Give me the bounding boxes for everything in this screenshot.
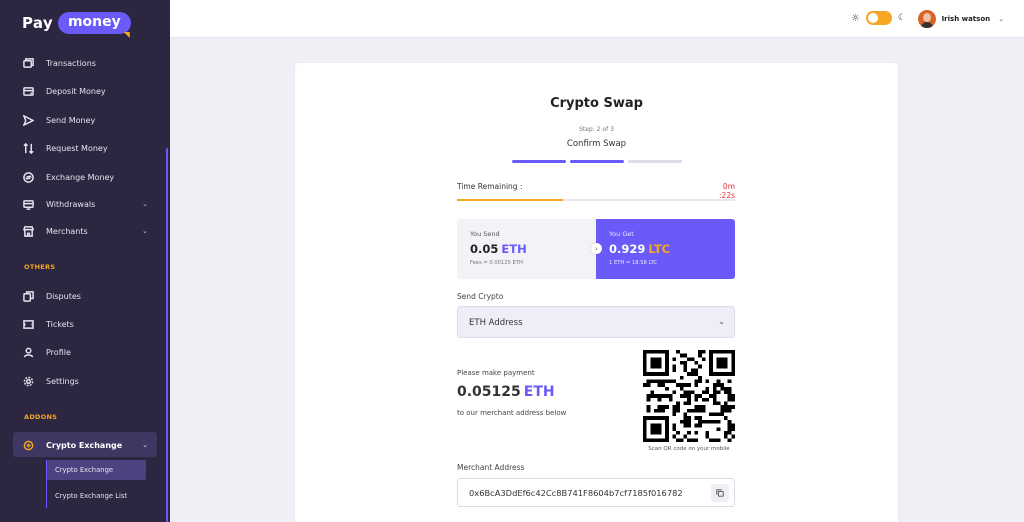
sidebar-item-label: Deposit Money (46, 86, 106, 96)
sidebar-item-label: Profile (46, 347, 71, 357)
qr-code (643, 350, 735, 442)
fees-note: Fees = 0.00125 ETH (470, 260, 523, 266)
step-bar (628, 160, 682, 163)
crypto-exchange-icon (22, 439, 34, 451)
sidebar-item-label: Disputes (46, 291, 81, 301)
send-currency: ETH (501, 242, 527, 256)
you-get-box: You Get 0.929 LTC 1 ETH = 18.58 LTC (596, 219, 735, 279)
page-title: Crypto Swap (550, 96, 643, 111)
sidebar-item-label: Settings (46, 376, 79, 386)
sidebar-item-label: Withdrawals (46, 199, 96, 209)
sidebar-item-request-money[interactable]: Request Money (22, 142, 152, 154)
submenu-item-crypto-exchange[interactable]: Crypto Exchange (47, 460, 146, 480)
crypto-swap-card: Crypto Swap Step: 2 of 3 Confirm Swap Ti… (295, 63, 898, 522)
sidebar-item-send-money[interactable]: Send Money (22, 114, 152, 126)
moon-icon: ☾ (897, 13, 906, 23)
logo-text-pay: Pay (22, 14, 53, 32)
settings-icon (22, 375, 34, 387)
chevron-right-icon: › (591, 243, 602, 254)
disputes-icon (22, 290, 34, 302)
section-label-addons: ADDONS (24, 413, 58, 421)
merchant-address-value: 0x6BcA3DdEf6c42Cc8B741F8604b7cf7185f0167… (469, 488, 683, 498)
sidebar-item-deposit-money[interactable]: Deposit Money (22, 85, 152, 97)
step-bar (570, 160, 624, 163)
chevron-down-icon: ⌄ (142, 227, 148, 235)
logo-text-money: money (57, 12, 131, 34)
merchant-address-label: Merchant Address (457, 463, 525, 472)
time-remaining-label: Time Remaining : (457, 182, 523, 191)
sidebar-item-disputes[interactable]: Disputes (22, 290, 152, 302)
you-send-amount: 0.05 ETH (470, 242, 527, 256)
user-menu[interactable]: Irish watson ⌄ (917, 10, 1004, 28)
step-name: Confirm Swap (566, 139, 627, 149)
send-crypto-value: ETH Address (469, 318, 523, 328)
sidebar-item-label: Merchants (46, 226, 88, 236)
section-label-others: OTHERS (24, 263, 56, 271)
time-progress-fill (457, 199, 563, 201)
sidebar-item-withdrawals[interactable]: Withdrawals ⌄ (22, 198, 152, 210)
sidebar-item-profile[interactable]: Profile (22, 346, 152, 358)
sidebar-item-exchange-money[interactable]: Exchange Money (22, 171, 152, 183)
you-send-box: You Send 0.05 ETH Fees = 0.00125 ETH (457, 219, 596, 279)
submenu-item-crypto-exchange-list[interactable]: Crypto Exchange List (47, 486, 135, 506)
withdrawal-icon (22, 198, 34, 210)
send-icon (22, 114, 34, 126)
sidebar-item-label: Send Money (46, 115, 96, 125)
payment-amount: 0.05125 ETH (457, 384, 555, 400)
you-get-label: You Get (609, 230, 634, 238)
sidebar-item-label: Tickets (46, 319, 74, 329)
sidebar-item-label: Crypto Exchange (46, 440, 123, 450)
sidebar-item-tickets[interactable]: Tickets (22, 318, 152, 330)
sidebar-item-crypto-exchange[interactable]: Crypto Exchange ⌄ (22, 439, 152, 451)
logo[interactable]: Pay money (22, 12, 131, 34)
sidebar-scrollbar[interactable] (166, 148, 168, 522)
sidebar-item-settings[interactable]: Settings (22, 375, 152, 387)
step-count: Step: 2 of 3 (579, 126, 614, 133)
time-remaining-value: 0m :22s (719, 182, 735, 200)
payment-subtext: to our merchant address below (457, 409, 567, 417)
theme-toggle[interactable] (865, 11, 892, 25)
top-header: ☼ ☾ Irish watson ⌄ (170, 0, 1024, 38)
chevron-down-icon: ⌄ (142, 441, 148, 449)
sidebar: Pay money Transactions Deposit Money Sen… (0, 0, 170, 522)
you-get-amount: 0.929 LTC (609, 242, 670, 256)
merchant-address-field[interactable]: 0x6BcA3DdEf6c42Cc8B741F8604b7cf7185f0167… (457, 478, 735, 507)
deposit-icon (22, 85, 34, 97)
chevron-down-icon: ⌄ (142, 200, 148, 208)
theme-switcher: ☼ ☾ (851, 11, 906, 25)
chevron-down-icon: ⌄ (998, 15, 1004, 23)
sidebar-item-label: Exchange Money (46, 172, 115, 182)
get-currency: LTC (648, 242, 671, 256)
step-bar (512, 160, 566, 163)
merchant-icon (22, 225, 34, 237)
request-icon (22, 142, 34, 154)
copy-icon (716, 489, 724, 497)
payment-amount-value: 0.05125 (457, 384, 521, 400)
copy-button[interactable] (711, 484, 729, 502)
sidebar-item-label: Transactions (46, 58, 96, 68)
send-amount-value: 0.05 (470, 242, 499, 256)
send-crypto-select[interactable]: ETH Address ⌄ (457, 306, 735, 338)
time-progress-bar (457, 199, 735, 201)
send-crypto-label: Send Crypto (457, 292, 504, 301)
get-amount-value: 0.929 (609, 242, 646, 256)
profile-icon (22, 346, 34, 358)
payment-currency: ETH (523, 384, 555, 400)
sidebar-item-transactions[interactable]: Transactions (22, 57, 152, 69)
avatar (917, 10, 936, 28)
exchange-icon (22, 171, 34, 183)
sidebar-item-label: Request Money (46, 143, 108, 153)
chevron-down-icon: ⌄ (718, 317, 725, 326)
user-name: Irish watson (941, 15, 991, 23)
payment-prompt: Please make payment (457, 369, 535, 377)
you-send-label: You Send (470, 230, 500, 238)
rate-note: 1 ETH = 18.58 LTC (609, 260, 658, 266)
qr-caption: Scan QR code on your mobile (648, 446, 730, 452)
ticket-icon (22, 318, 34, 330)
sidebar-item-merchants[interactable]: Merchants ⌄ (22, 225, 152, 237)
transactions-icon (22, 57, 34, 69)
sun-icon: ☼ (850, 12, 860, 24)
